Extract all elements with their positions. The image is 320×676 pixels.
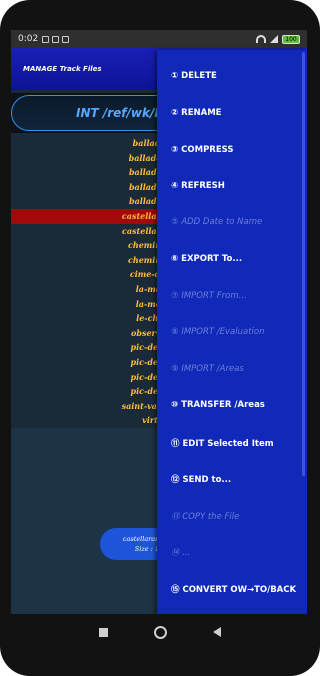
back-icon[interactable]: [213, 627, 221, 637]
signal-icon: [270, 35, 278, 43]
context-menu: ① DELETE ② RENAME ③ COMPRESS ④ REFRESH ⑤ ADD…: [157, 50, 307, 614]
home-icon[interactable]: [154, 625, 167, 639]
menu-item[interactable]: ③ COMPRESS: [171, 145, 234, 155]
app-screen: 0:02 100 MANAGE Track Files INT /ref/wk/…: [11, 30, 307, 614]
status-bar: 0:02 100: [11, 30, 307, 48]
phone-frame: 0:02 100 MANAGE Track Files INT /ref/wk/…: [0, 0, 320, 676]
menu-item[interactable]: ② RENAME: [171, 108, 221, 118]
menu-item[interactable]: ⑩ TRANSFER /Areas: [171, 400, 265, 410]
menu-scrollbar[interactable]: [302, 52, 305, 476]
menu-item[interactable]: ⑧ IMPORT /Evaluation: [171, 327, 265, 337]
notification-icon: [52, 35, 60, 43]
menu-item[interactable]: ⑤ ADD Date to Name: [171, 217, 262, 227]
menu-item[interactable]: ⑮ CONVERT OW→TO/BACK: [171, 583, 296, 595]
android-nav-bar: [0, 614, 320, 650]
menu-item[interactable]: ⑭ ...: [171, 546, 190, 558]
path-text: INT /ref/wk/P: [76, 106, 164, 120]
recents-icon[interactable]: [99, 627, 108, 637]
menu-item[interactable]: ⑨ IMPORT /Areas: [171, 364, 244, 374]
menu-item[interactable]: ① DELETE: [171, 71, 217, 81]
app-title: MANAGE Track Files: [23, 65, 102, 73]
notification-icon: [42, 35, 50, 43]
menu-item[interactable]: ⑪ EDIT Selected Item: [171, 437, 274, 449]
wifi-icon: [256, 35, 266, 43]
status-time: 0:02: [18, 34, 39, 44]
notification-icon: [62, 35, 70, 43]
menu-item[interactable]: ⑫ SEND to...: [171, 473, 231, 485]
battery-icon: 100: [282, 34, 300, 44]
menu-item[interactable]: ⑦ IMPORT From...: [171, 291, 247, 301]
menu-item[interactable]: ⑬ COPY the File: [171, 510, 239, 522]
menu-item[interactable]: ⑥ EXPORT To...: [171, 254, 242, 264]
menu-item[interactable]: ④ REFRESH: [171, 181, 225, 191]
